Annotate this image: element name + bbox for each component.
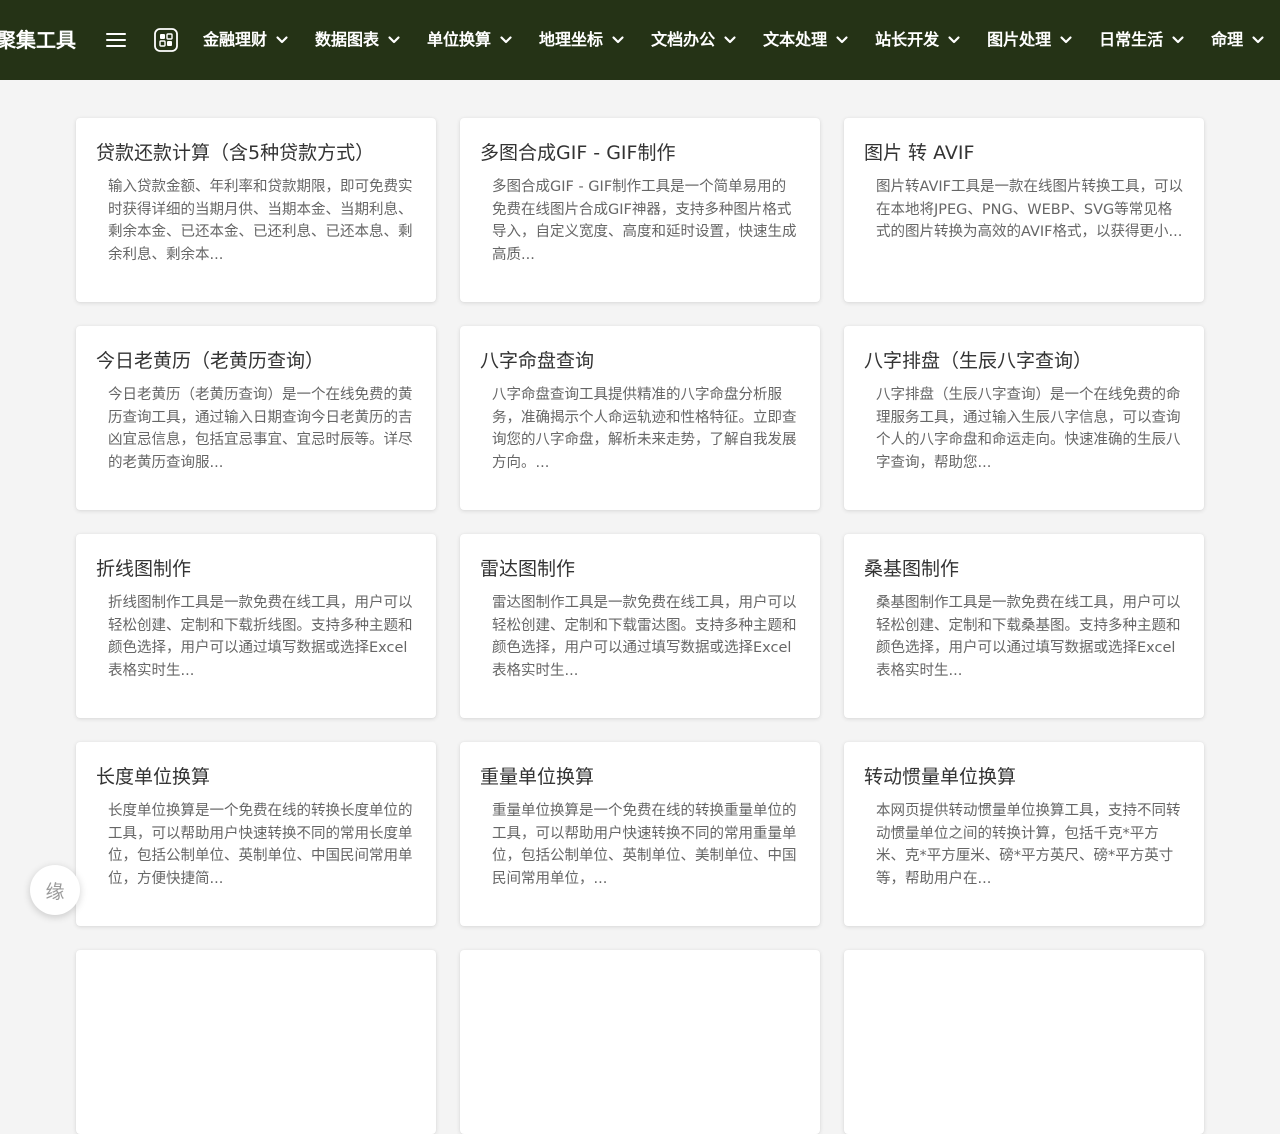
nav-item[interactable]: 文档办公 bbox=[651, 0, 737, 80]
tool-card-title[interactable]: 多图合成GIF - GIF制作 bbox=[480, 140, 800, 166]
tool-card[interactable]: 多图合成GIF - GIF制作多图合成GIF - GIF制作工具是一个简单易用的… bbox=[460, 118, 820, 302]
tool-card-description: 桑基图制作工具是一款免费在线工具，用户可以轻松创建、定制和下载桑基图。支持多种主… bbox=[876, 595, 1181, 679]
tool-card-title[interactable]: 八字排盘（生辰八字查询） bbox=[864, 348, 1184, 374]
tool-card[interactable]: 今日老黄历（老黄历查询） 今日老黄历（老黄历查询）是一个在线免费的黄历查询工具，通… bbox=[76, 326, 436, 510]
tool-card-title[interactable]: 雷达图制作 bbox=[480, 556, 800, 582]
tool-card-title[interactable]: 折线图制作 bbox=[96, 556, 416, 582]
tool-card-description: 多图合成GIF - GIF制作工具是一个简单易用的免费在线图片合成GIF神器，支… bbox=[492, 179, 797, 263]
tool-card-description: 八字排盘（生辰八字查询）是一个在线免费的命理服务工具，通过输入生辰八字信息，可以… bbox=[876, 387, 1181, 471]
tool-card-description: 今日老黄历（老黄历查询）是一个在线免费的黄历查询工具，通过输入日期查询今日老黄历… bbox=[108, 387, 413, 471]
tool-card[interactable]: 雷达图制作雷达图制作工具是一款免费在线工具，用户可以轻松创建、定制和下载雷达图。… bbox=[460, 534, 820, 718]
nav-item[interactable]: 地理坐标 bbox=[539, 0, 625, 80]
tool-card[interactable]: 八字排盘（生辰八字查询） 八字排盘（生辰八字查询）是一个在线免费的命理服务工具，通… bbox=[844, 326, 1204, 510]
tool-card-description: 长度单位换算是一个免费在线的转换长度单位的工具，可以帮助用户快速转换不同的常用长… bbox=[108, 803, 413, 887]
nav-item-label: 站长开发 bbox=[875, 30, 940, 49]
nav-item[interactable]: 文本处理 bbox=[763, 0, 849, 80]
chevron-down-icon bbox=[500, 36, 512, 44]
chevron-down-icon bbox=[1252, 36, 1264, 44]
tool-card[interactable] bbox=[76, 950, 436, 1134]
tool-card[interactable]: 长度单位换算长度单位换算是一个免费在线的转换长度单位的工具，可以帮助用户快速转换… bbox=[76, 742, 436, 926]
tool-card[interactable]: 重量单位换算重量单位换算是一个免费在线的转换重量单位的工具，可以帮助用户快速转换… bbox=[460, 742, 820, 926]
tool-card-title[interactable]: 图片 转 AVIF bbox=[864, 140, 1184, 166]
tool-card-description: 重量单位换算是一个免费在线的转换重量单位的工具，可以帮助用户快速转换不同的常用重… bbox=[492, 803, 797, 887]
tool-card-title[interactable]: 长度单位换算 bbox=[96, 764, 416, 790]
nav-item-label: 命理 bbox=[1211, 30, 1244, 49]
nav-item-label: 金融理财 bbox=[203, 30, 268, 49]
nav-item-label: 文本处理 bbox=[763, 30, 828, 49]
tool-card-title[interactable]: 转动惯量单位换算 bbox=[864, 764, 1184, 790]
tool-card[interactable] bbox=[844, 950, 1204, 1134]
chevron-down-icon bbox=[948, 36, 960, 44]
tool-card-title[interactable]: 重量单位换算 bbox=[480, 764, 800, 790]
chevron-down-icon bbox=[276, 36, 288, 44]
tool-card-description: 折线图制作工具是一款免费在线工具，用户可以轻松创建、定制和下载折线图。支持多种主… bbox=[108, 595, 413, 679]
nav-item[interactable]: 金融理财 bbox=[203, 0, 289, 80]
chevron-down-icon bbox=[836, 36, 848, 44]
site-brand-title[interactable]: 聚集工具 bbox=[0, 24, 76, 56]
chevron-down-icon bbox=[1060, 36, 1072, 44]
chevron-down-icon bbox=[1172, 36, 1184, 44]
nav-item[interactable]: 数据图表 bbox=[315, 0, 401, 80]
top-navbar: 聚集工具 金融理财 数据图表 单位换算 地理坐标 文档办公 文本处理 站长开发 图片处理 日常生… bbox=[0, 0, 1280, 80]
tool-card-description: 输入贷款金额、年利率和贷款期限，即可免费实时获得详细的当期月供、当期本金、当期利… bbox=[108, 179, 413, 263]
tool-card-description: 本网页提供转动惯量单位换算工具，支持不同转动惯量单位之间的转换计算，包括千克*平… bbox=[876, 803, 1181, 887]
tool-card[interactable]: 转动惯量单位换算本网页提供转动惯量单位换算工具，支持不同转动惯量单位之间的转换计… bbox=[844, 742, 1204, 926]
nav-item[interactable]: 图片处理 bbox=[987, 0, 1073, 80]
tool-logo-icon[interactable] bbox=[153, 27, 179, 53]
main-nav-menu: 金融理财 数据图表 单位换算 地理坐标 文档办公 文本处理 站长开发 图片处理 日常生活 命理 bbox=[203, 0, 1280, 80]
tool-card[interactable]: 图片 转 AVIF 图片转AVIF工具是一款在线图片转换工具，可以在本地将JPEG… bbox=[844, 118, 1204, 302]
tool-card-description: 八字命盘查询工具提供精准的八字命盘分析服务，准确揭示个人命运轨迹和性格特征。立即… bbox=[492, 387, 797, 471]
nav-item-label: 日常生活 bbox=[1099, 30, 1164, 49]
tool-card-title[interactable]: 桑基图制作 bbox=[864, 556, 1184, 582]
nav-item[interactable]: 单位换算 bbox=[427, 0, 513, 80]
nav-item-label: 图片处理 bbox=[987, 30, 1052, 49]
nav-item[interactable]: 站长开发 bbox=[875, 0, 961, 80]
tool-card-description: 雷达图制作工具是一款免费在线工具，用户可以轻松创建、定制和下载雷达图。支持多种主… bbox=[492, 595, 797, 679]
tool-card-title[interactable]: 贷款还款计算（含5种贷款方式） bbox=[96, 140, 416, 166]
nav-item-label: 地理坐标 bbox=[539, 30, 604, 49]
tool-card[interactable]: 八字命盘查询八字命盘查询工具提供精准的八字命盘分析服务，准确揭示个人命运轨迹和性… bbox=[460, 326, 820, 510]
nav-item[interactable]: 日常生活 bbox=[1099, 0, 1185, 80]
chevron-down-icon bbox=[388, 36, 400, 44]
nav-item-label: 单位换算 bbox=[427, 30, 492, 49]
nav-item-label: 数据图表 bbox=[315, 30, 380, 49]
tool-card-title[interactable]: 八字命盘查询 bbox=[480, 348, 800, 374]
nav-item-label: 文档办公 bbox=[651, 30, 716, 49]
tool-card[interactable]: 贷款还款计算（含5种贷款方式） 输入贷款金额、年利率和贷款期限，即可免费实时获得详… bbox=[76, 118, 436, 302]
nav-item[interactable]: 命理 bbox=[1211, 0, 1265, 80]
tool-card-title[interactable]: 今日老黄历（老黄历查询） bbox=[96, 348, 416, 374]
chevron-down-icon bbox=[724, 36, 736, 44]
hamburger-menu-icon[interactable] bbox=[104, 30, 128, 50]
tool-card-description: 图片转AVIF工具是一款在线图片转换工具，可以在本地将JPEG、PNG、WEBP… bbox=[876, 179, 1184, 240]
chevron-down-icon bbox=[612, 36, 624, 44]
tool-card[interactable]: 桑基图制作桑基图制作工具是一款免费在线工具，用户可以轻松创建、定制和下载桑基图。… bbox=[844, 534, 1204, 718]
tool-card[interactable]: 折线图制作折线图制作工具是一款免费在线工具，用户可以轻松创建、定制和下载折线图。… bbox=[76, 534, 436, 718]
floating-action-button[interactable]: 缘 bbox=[30, 865, 80, 915]
tool-card[interactable] bbox=[460, 950, 820, 1134]
